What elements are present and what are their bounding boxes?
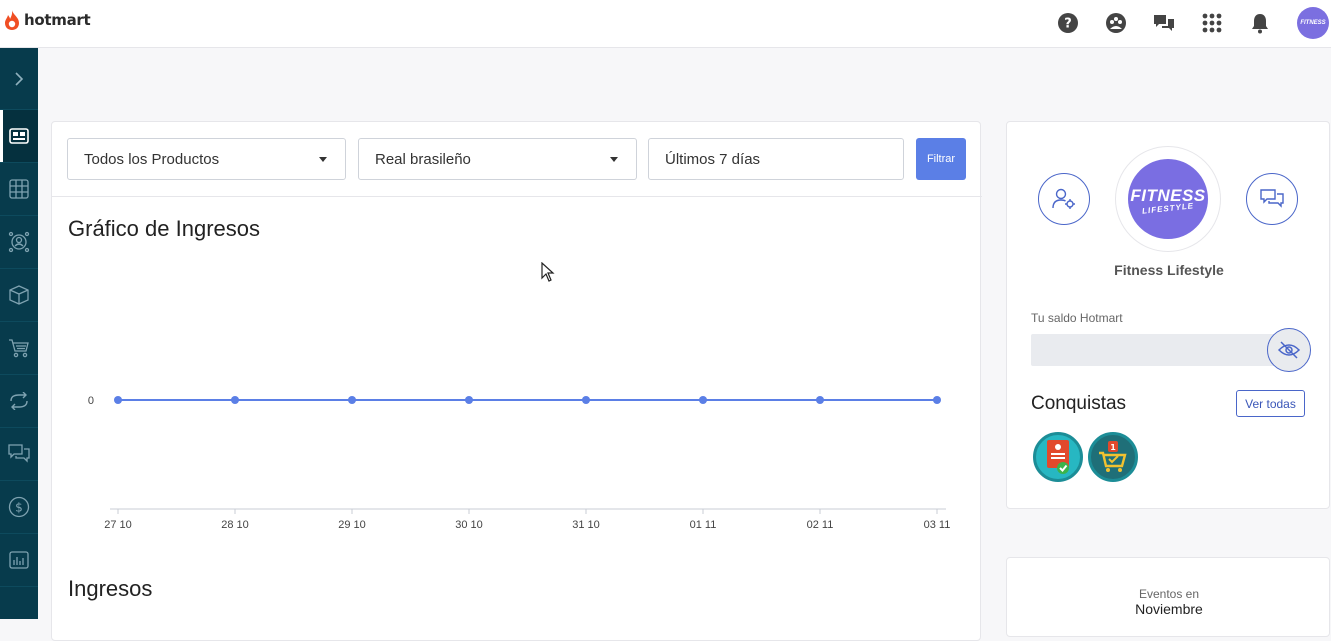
toggle-balance-visibility[interactable] xyxy=(1267,328,1311,372)
balance-label: Tu saldo Hotmart xyxy=(1031,311,1123,325)
filter-button[interactable]: Filtrar xyxy=(916,138,966,180)
svg-text:1: 1 xyxy=(1110,443,1116,452)
data-point xyxy=(816,396,824,404)
filter-row: Todos los Productos Real brasileño Últim… xyxy=(52,122,982,197)
sidebar-expand[interactable] xyxy=(0,48,38,110)
reports-icon xyxy=(9,551,29,569)
affiliate-icon xyxy=(8,231,30,253)
bell-icon[interactable] xyxy=(1248,11,1272,35)
sidebar-item-sales[interactable] xyxy=(0,322,38,375)
recurrence-icon xyxy=(10,392,28,410)
x-tick-label: 01 11 xyxy=(690,519,717,531)
x-tick-label: 03 11 xyxy=(924,519,951,531)
caret-down-icon xyxy=(319,157,327,162)
sidebar-item-products[interactable] xyxy=(0,269,38,322)
product-select[interactable]: Todos los Productos xyxy=(67,138,346,180)
x-tick-label: 02 11 xyxy=(807,519,834,531)
product-box-icon xyxy=(9,285,29,305)
x-tick-label: 28 10 xyxy=(221,519,249,531)
sidebar-item-dashboard[interactable] xyxy=(0,110,38,163)
chat-icon[interactable] xyxy=(1152,11,1176,35)
revenue-section-title: Ingresos xyxy=(68,576,153,601)
dollar-icon: $ xyxy=(8,496,30,518)
chart-title: Gráfico de Ingresos xyxy=(68,216,260,241)
events-month: Noviembre xyxy=(1135,601,1203,617)
certificate-badge-icon xyxy=(1047,440,1069,474)
help-icon[interactable]: ? xyxy=(1056,11,1080,35)
avatar-text: FITNESS xyxy=(1300,20,1326,26)
data-point xyxy=(699,396,707,404)
sidebar-item-messages[interactable] xyxy=(0,428,38,481)
data-point xyxy=(582,396,590,404)
messages-button[interactable] xyxy=(1246,173,1298,225)
sidebar-item-affiliates[interactable] xyxy=(0,216,38,269)
caret-down-icon xyxy=(610,157,618,162)
brand-name: hotmart xyxy=(24,11,91,29)
x-tick-label: 31 10 xyxy=(572,519,600,531)
mouse-cursor-icon xyxy=(541,262,555,282)
events-label: Eventos en xyxy=(1138,587,1200,601)
currency-select[interactable]: Real brasileño xyxy=(358,138,637,180)
balance-value-hidden xyxy=(1031,334,1281,366)
hotmart-logo[interactable]: hotmart xyxy=(3,9,91,31)
period-input[interactable]: Últimos 7 días xyxy=(648,138,904,180)
user-avatar[interactable]: FITNESS xyxy=(1297,7,1329,39)
achievement-badge-certificate[interactable] xyxy=(1033,432,1083,482)
community-icon[interactable] xyxy=(1104,11,1128,35)
user-settings-icon xyxy=(1052,188,1075,209)
chat-bubbles-icon xyxy=(1260,189,1284,208)
data-point xyxy=(348,396,356,404)
account-settings-button[interactable] xyxy=(1038,173,1090,225)
top-bar: hotmart ? FITNESS xyxy=(0,0,1331,48)
apps-icon xyxy=(9,179,29,199)
data-point xyxy=(231,396,239,404)
chevron-right-icon xyxy=(15,71,24,86)
data-point xyxy=(933,396,941,404)
currency-select-value: Real brasileño xyxy=(375,150,471,168)
x-tick-label: 27 10 xyxy=(104,519,132,531)
x-tick-label: 30 10 xyxy=(455,519,483,531)
y-tick-label: 0 xyxy=(88,395,94,407)
product-select-value: Todos los Productos xyxy=(84,150,220,168)
svg-text:?: ? xyxy=(1064,17,1072,32)
dashboard-icon xyxy=(9,128,29,144)
x-tick-label: 29 10 xyxy=(338,519,366,531)
see-all-achievements-button[interactable]: Ver todas xyxy=(1236,390,1305,417)
profile-name: Fitness Lifestyle xyxy=(1114,262,1224,278)
apps-grid-icon[interactable] xyxy=(1200,11,1224,35)
events-card: Eventos en Noviembre xyxy=(1006,557,1330,637)
profile-avatar-line1: FITNESS xyxy=(1130,185,1206,205)
flame-icon xyxy=(5,10,19,30)
achievements-title: Conquistas xyxy=(1031,393,1127,414)
data-point xyxy=(465,396,473,404)
sidebar-item-recurrence[interactable] xyxy=(0,375,38,428)
profile-avatar-ring: FITNESS LIFESTYLE xyxy=(1115,146,1221,252)
eye-off-icon xyxy=(1277,341,1301,359)
sidebar-item-apps[interactable] xyxy=(0,163,38,216)
period-input-value: Últimos 7 días xyxy=(665,150,761,168)
sidebar-item-finance[interactable]: $ xyxy=(0,481,38,534)
messages-icon xyxy=(8,444,30,463)
achievement-badge-first-sale[interactable]: 1 xyxy=(1088,432,1138,482)
sidebar-item-reports[interactable] xyxy=(0,534,38,587)
cart-icon xyxy=(9,339,29,358)
revenue-card: Todos los Productos Real brasileño Últim… xyxy=(51,121,982,641)
profile-card: FITNESS LIFESTYLE Fitness Lifestyle Tu s… xyxy=(1006,121,1330,509)
revenue-line-chart: 0 27 10 28 10 29 10 30 10 31 10 01 11 02 11 03 1… xyxy=(88,395,951,531)
cart-badge-icon: 1 xyxy=(1099,441,1127,472)
profile-avatar[interactable]: FITNESS LIFESTYLE xyxy=(1128,159,1208,239)
svg-text:$: $ xyxy=(15,501,23,515)
data-point xyxy=(114,396,122,404)
sidebar: $ xyxy=(0,48,38,619)
